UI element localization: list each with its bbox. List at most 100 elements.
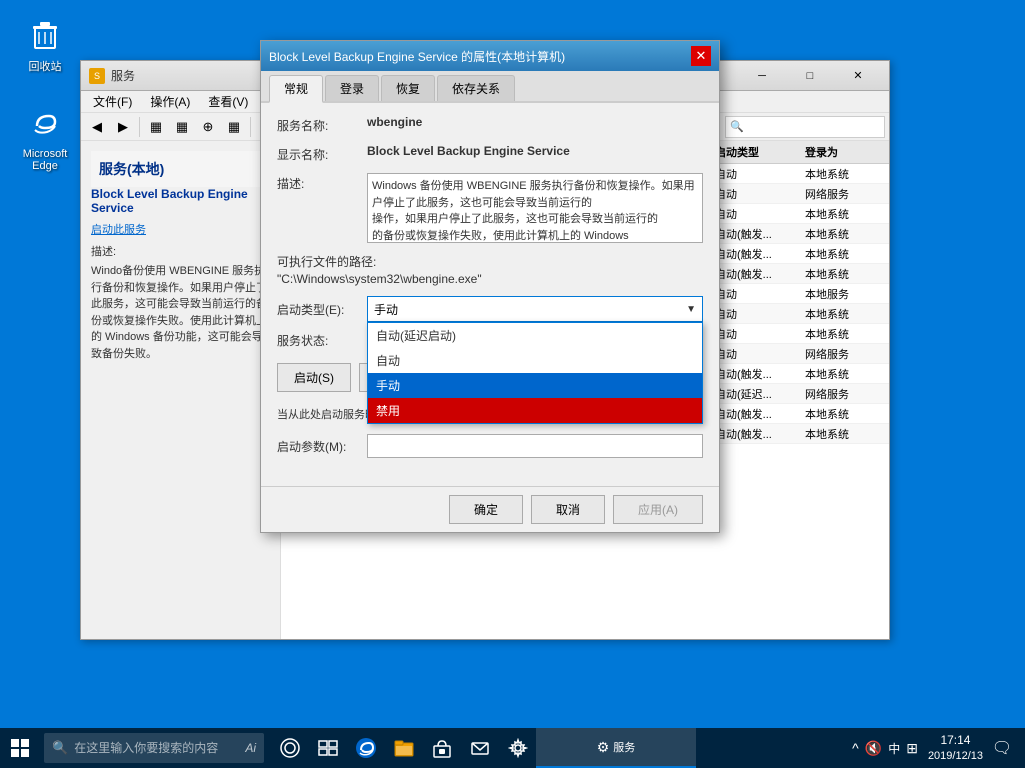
desc-label-left: 描述:: [91, 243, 270, 259]
minimize-button[interactable]: ─: [739, 61, 785, 91]
service-name-label: 服务名称:: [277, 115, 367, 134]
services-search-input[interactable]: [744, 121, 880, 133]
display-name-label: 显示名称:: [277, 144, 367, 163]
dialog-titlebar: Block Level Backup Engine Service 的属性(本地…: [261, 41, 719, 71]
close-button[interactable]: ✕: [835, 61, 881, 91]
services-left-panel: 服务(本地) Block Level Backup Engine Service…: [81, 141, 281, 639]
description-text: Windows 备份使用 WBENGINE 服务执行备份和恢复操作。如果用户停止…: [372, 180, 695, 209]
desc-label: 描述:: [277, 173, 367, 192]
recycle-bin-label: 回收站: [29, 58, 62, 74]
cancel-button[interactable]: 取消: [531, 495, 605, 524]
option-auto-delayed[interactable]: 自动(延迟启动): [368, 323, 702, 348]
search-icon: 🔍: [730, 120, 744, 133]
left-service-name: Block Level Backup Engine Service: [91, 187, 270, 215]
taskbar-edge-icon[interactable]: [348, 728, 384, 768]
service-status-label: 服务状态:: [277, 332, 367, 349]
tray-language-icon[interactable]: 中: [888, 740, 900, 757]
window-controls: ─ □ ✕: [739, 61, 881, 91]
startup-type-row: 启动类型(E): 手动 ▼ 自动(延迟启动) 自动 手动 禁用: [277, 296, 703, 322]
taskbar-mail-icon[interactable]: [462, 728, 498, 768]
edge-icon-label: MicrosoftEdge: [23, 148, 68, 172]
taskbar-task-view-icon[interactable]: [310, 728, 346, 768]
notification-button[interactable]: 🗨: [987, 728, 1017, 768]
taskbar: 🔍 Ai: [0, 728, 1025, 768]
service-name-row: 服务名称: wbengine: [277, 115, 703, 134]
startup-dropdown-list: 自动(延迟启动) 自动 手动 禁用: [367, 322, 703, 424]
tab-dependencies[interactable]: 依存关系: [437, 75, 515, 101]
time-display[interactable]: 17:14 2019/12/13: [928, 732, 983, 764]
maximize-button[interactable]: □: [787, 61, 833, 91]
toolbar-btn-4[interactable]: ▦: [222, 116, 246, 138]
taskbar-cortana-icon[interactable]: [272, 728, 308, 768]
start-button[interactable]: [0, 728, 40, 768]
clock-date: 2019/12/13: [928, 749, 983, 764]
display-name-value: Block Level Backup Engine Service: [367, 144, 703, 158]
option-auto[interactable]: 自动: [368, 348, 702, 373]
left-description: Windo备份使用 WBENGINE 服务执行备份和恢复操作。如果用户停止了此服…: [91, 263, 270, 362]
start-service-link[interactable]: 启动此服务: [91, 224, 146, 236]
menu-view[interactable]: 查看(V): [200, 91, 256, 112]
services-main-title: 服务(本地): [99, 159, 262, 179]
startup-dropdown-container: 手动 ▼ 自动(延迟启动) 自动 手动 禁用: [367, 296, 703, 322]
tab-general[interactable]: 常规: [269, 75, 323, 103]
services-window-title: 服务: [111, 67, 135, 84]
taskbar-explorer-icon[interactable]: [386, 728, 422, 768]
active-window-label: 服务: [613, 739, 635, 755]
startup-dropdown[interactable]: 手动 ▼: [367, 296, 703, 322]
description-box: Windows 备份使用 WBENGINE 服务执行备份和恢复操作。如果用户停止…: [367, 173, 703, 243]
option-manual[interactable]: 手动: [368, 373, 702, 398]
tab-recovery[interactable]: 恢复: [381, 75, 435, 101]
menu-action[interactable]: 操作(A): [142, 91, 198, 112]
params-label: 启动参数(M):: [277, 438, 367, 455]
forward-button[interactable]: ▶: [111, 116, 135, 138]
apply-button[interactable]: 应用(A): [613, 495, 703, 524]
services-local-title: 服务(本地): [91, 151, 270, 187]
back-button[interactable]: ◀: [85, 116, 109, 138]
recycle-bin-icon[interactable]: 回收站: [10, 10, 80, 78]
toolbar-btn-1[interactable]: ▦: [144, 116, 168, 138]
desc-container: Windows 备份使用 WBENGINE 服务执行备份和恢复操作。如果用户停止…: [367, 173, 703, 243]
dialog-title: Block Level Backup Engine Service 的属性(本地…: [269, 48, 691, 65]
menu-file[interactable]: 文件(F): [85, 91, 140, 112]
start-service-button[interactable]: 启动(S): [277, 363, 351, 392]
taskbar-store-icon[interactable]: [424, 728, 460, 768]
option-disabled[interactable]: 禁用: [368, 398, 702, 423]
taskbar-search-bar[interactable]: 🔍 Ai: [44, 733, 264, 763]
dialog-body: 服务名称: wbengine 显示名称: Block Level Backup …: [261, 103, 719, 486]
taskbar-search-input[interactable]: [74, 741, 239, 755]
dialog-tabs: 常规 登录 恢复 依存关系: [261, 71, 719, 103]
col-header-startup: 启动类型: [709, 144, 799, 160]
col-header-logon: 登录为: [799, 144, 889, 160]
display-name-row: 显示名称: Block Level Backup Engine Service: [277, 144, 703, 163]
dialog-footer: 确定 取消 应用(A): [261, 486, 719, 532]
path-value: "C:\Windows\system32\wbengine.exe": [277, 272, 703, 286]
dialog-close-button[interactable]: ✕: [691, 46, 711, 66]
ok-button[interactable]: 确定: [449, 495, 523, 524]
clock-time: 17:14: [928, 732, 983, 749]
path-section: 可执行文件的路径: "C:\Windows\system32\wbengine.…: [277, 253, 703, 286]
active-window-icon: ⚙: [597, 739, 610, 756]
startup-type-label: 启动类型(E):: [277, 301, 367, 318]
startup-params-input[interactable]: [367, 434, 703, 458]
dropdown-arrow-icon: ▼: [686, 304, 696, 315]
toolbar-btn-3[interactable]: ⊕: [196, 116, 220, 138]
tray-expand-icon[interactable]: ^: [852, 740, 859, 756]
ai-label: Ai: [245, 741, 256, 755]
selected-startup-value: 手动: [374, 301, 398, 318]
taskbar-right: ^ 🔇 中 ⊞ 17:14 2019/12/13 🗨: [844, 728, 1025, 768]
search-icon: 🔍: [52, 740, 68, 756]
system-tray: ^ 🔇 中 ⊞: [852, 740, 918, 757]
service-name-value: wbengine: [367, 115, 703, 129]
edge-desktop-icon[interactable]: MicrosoftEdge: [10, 100, 80, 176]
taskbar-active-window[interactable]: ⚙ 服务: [536, 728, 696, 768]
services-title-icon: S: [89, 68, 105, 84]
tab-login[interactable]: 登录: [325, 75, 379, 101]
taskbar-settings-icon[interactable]: [500, 728, 536, 768]
toolbar-btn-2[interactable]: ▦: [170, 116, 194, 138]
taskbar-app-icons: [272, 728, 536, 768]
description-row: 描述: Windows 备份使用 WBENGINE 服务执行备份和恢复操作。如果…: [277, 173, 703, 243]
tray-volume-icon[interactable]: 🔇: [865, 740, 882, 757]
path-label: 可执行文件的路径:: [277, 253, 703, 270]
properties-dialog: Block Level Backup Engine Service 的属性(本地…: [260, 40, 720, 533]
tray-network-icon[interactable]: ⊞: [906, 740, 918, 757]
